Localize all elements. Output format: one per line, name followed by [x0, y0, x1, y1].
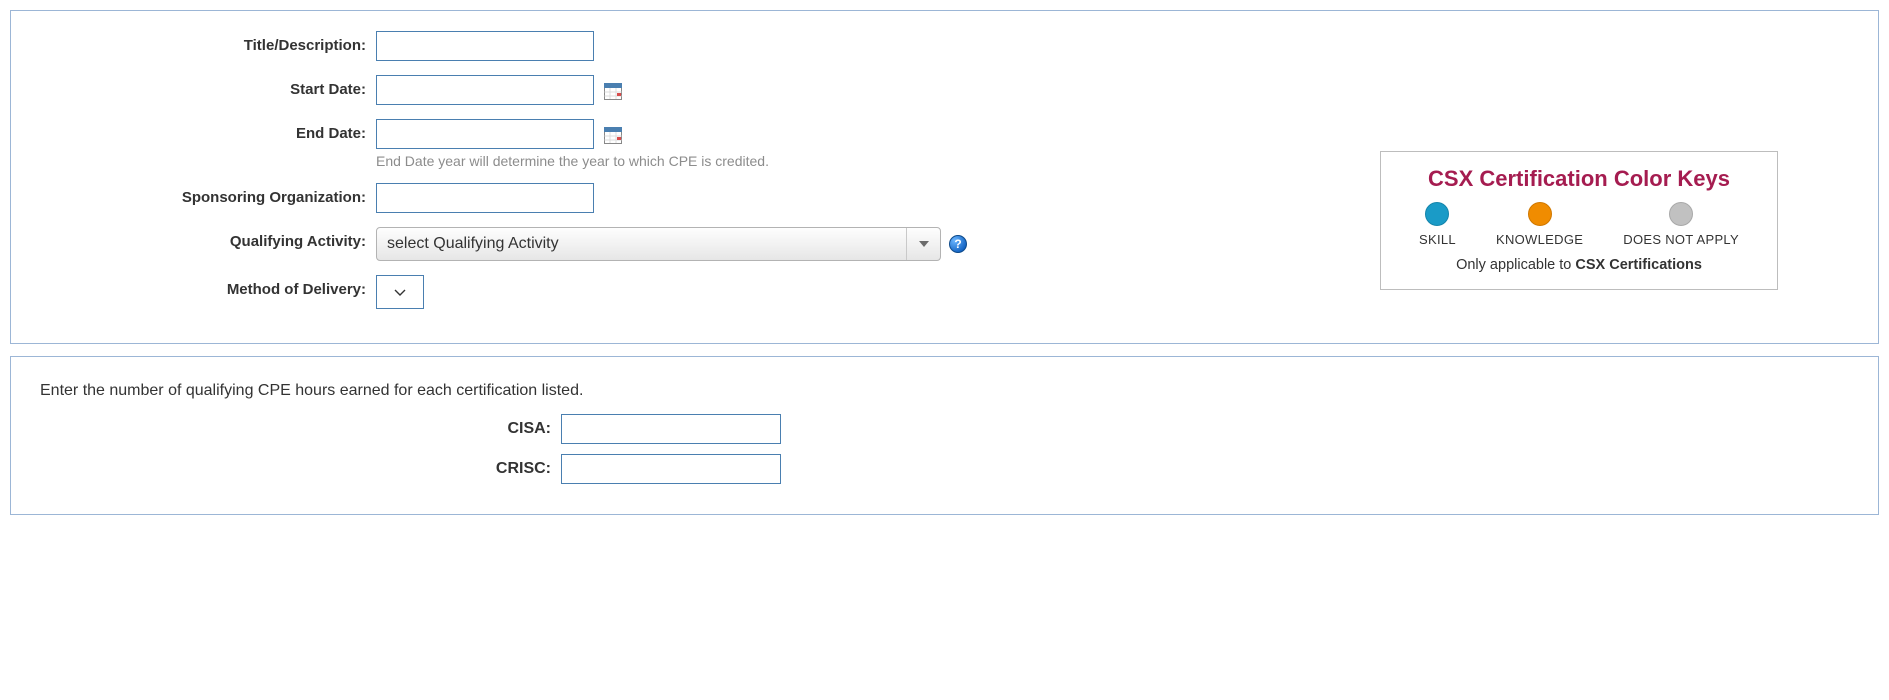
- hours-instruction: Enter the number of qualifying CPE hours…: [40, 382, 1853, 400]
- na-dot-icon: [1669, 202, 1693, 226]
- svg-text:?: ?: [954, 237, 961, 251]
- activity-help-icon[interactable]: ?: [949, 235, 967, 253]
- title-label: Title/Description:: [36, 31, 376, 75]
- color-key-footer-prefix: Only applicable to: [1456, 257, 1575, 273]
- color-key-footer: Only applicable to CSX Certifications: [1399, 257, 1759, 273]
- chevron-down-icon: [393, 285, 407, 299]
- color-key-title: CSX Certification Color Keys: [1399, 166, 1759, 192]
- color-key-na: DOES NOT APPLY: [1623, 202, 1739, 247]
- cert-label-cisa: CISA:: [36, 420, 561, 438]
- cpe-entry-panel: Title/Description: Start Date:: [10, 10, 1879, 344]
- color-key-skill: SKILL: [1419, 202, 1456, 247]
- sponsor-label: Sponsoring Organization:: [36, 183, 376, 227]
- cpe-hours-panel: Enter the number of qualifying CPE hours…: [10, 356, 1879, 515]
- start-date-label: Start Date:: [36, 75, 376, 119]
- color-key-card: CSX Certification Color Keys SKILL KNOWL…: [1380, 151, 1778, 290]
- delivery-dropdown[interactable]: [376, 275, 424, 309]
- na-label: DOES NOT APPLY: [1623, 232, 1739, 247]
- knowledge-dot-icon: [1528, 202, 1552, 226]
- end-date-input[interactable]: [376, 119, 594, 149]
- knowledge-label: KNOWLEDGE: [1496, 232, 1583, 247]
- activity-selected-text: select Qualifying Activity: [377, 235, 906, 253]
- color-key-footer-bold: CSX Certifications: [1575, 257, 1702, 273]
- end-date-label: End Date:: [36, 119, 376, 183]
- start-date-calendar-icon[interactable]: [604, 82, 622, 100]
- sponsor-input[interactable]: [376, 183, 594, 213]
- cpe-form: Title/Description: Start Date:: [36, 31, 967, 323]
- end-date-calendar-icon[interactable]: [604, 126, 622, 144]
- skill-label: SKILL: [1419, 232, 1456, 247]
- cert-input-crisc[interactable]: [561, 454, 781, 484]
- cert-label-crisc: CRISC:: [36, 460, 561, 478]
- cert-row: CRISC:: [36, 454, 1853, 484]
- start-date-input[interactable]: [376, 75, 594, 105]
- cert-input-cisa[interactable]: [561, 414, 781, 444]
- delivery-label: Method of Delivery:: [36, 275, 376, 323]
- cert-row: CISA:: [36, 414, 1853, 444]
- skill-dot-icon: [1425, 202, 1449, 226]
- end-date-hint: End Date year will determine the year to…: [376, 153, 967, 169]
- activity-label: Qualifying Activity:: [36, 227, 376, 275]
- chevron-down-icon: [906, 228, 940, 260]
- title-input[interactable]: [376, 31, 594, 61]
- color-key-knowledge: KNOWLEDGE: [1496, 202, 1583, 247]
- activity-dropdown[interactable]: select Qualifying Activity: [376, 227, 941, 261]
